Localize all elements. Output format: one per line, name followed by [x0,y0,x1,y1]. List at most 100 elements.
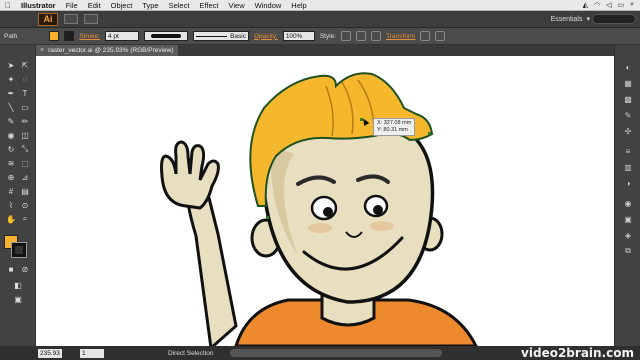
close-icon[interactable]: × [40,47,44,54]
none-color-icon[interactable]: ⊘ [19,263,31,275]
fill-swatch[interactable] [49,31,60,41]
scale-tool-icon[interactable]: ⤡ [19,143,31,155]
panel-dock: ◐ ▦ ▩ ✎ ✣ ≡ ▥ ◑ ◉ ▣ ◈ ⧉ [614,45,640,346]
direct-selection-tool-icon[interactable]: ⇱ [19,59,31,71]
tools-panel: ➤ ⇱ ✦ ◌ ✒ T ╲ ▭ ✎ ✏ ◉ ◫ ↻ ⤡ ≋ ⬚ ⊕ ⊿ # ▤ … [0,45,36,346]
eyedropper-tool-icon[interactable]: ⌇ [5,199,17,211]
artboards-panel-icon[interactable]: ⧉ [622,245,634,257]
stroke-panel-icon[interactable]: ≡ [622,145,634,157]
workspace-switcher[interactable]: Essentials ▾ [551,15,590,24]
menu-file[interactable]: File [61,1,83,10]
horizontal-scrollbar[interactable] [230,349,442,357]
drawing-mode-icon[interactable]: ◧ [12,279,24,291]
graphic-style-icon[interactable] [341,31,352,41]
artboard-navigation-field[interactable]: 1 [80,348,104,358]
menu-view[interactable]: View [223,1,249,10]
screen-mode-icon[interactable]: ▣ [12,293,24,305]
symbols-panel-icon[interactable]: ✣ [622,125,634,137]
left-pupil [323,207,333,217]
rectangle-tool-icon[interactable]: ▭ [19,101,31,113]
transform-link[interactable]: Transform [386,33,415,40]
gradient-panel-icon[interactable]: ▥ [622,161,634,173]
type-tool-icon[interactable]: T [19,87,31,99]
menu-edit[interactable]: Edit [83,1,106,10]
left-cheek [308,223,332,233]
hand-tool-icon[interactable]: ✋ [5,213,17,225]
search-input[interactable] [592,14,636,24]
gradient-tool-icon[interactable]: ▤ [19,185,31,197]
color-guide-icon[interactable]: ▦ [622,77,634,89]
align-icon[interactable] [371,31,382,41]
color-mode-icon[interactable]: ■ [5,263,17,275]
paintbrush-tool-icon[interactable]: ✎ [5,115,17,127]
menu-type[interactable]: Type [137,1,163,10]
menu-bar:  Illustrator File Edit Object Type Sele… [0,0,640,11]
mesh-tool-icon[interactable]: # [5,185,17,197]
brush-definition-picker[interactable] [143,31,188,41]
status-bar: 235.93 1 Direct Selection video2brain.co… [0,346,640,360]
eraser-tool-icon[interactable]: ◫ [19,129,31,141]
zoom-tool-icon[interactable]: ⌕ [19,213,31,225]
line-tool-icon[interactable]: ╲ [5,101,17,113]
layers-panel-icon[interactable]: ◈ [622,229,634,241]
video2brain-watermark: video2brain.com [521,346,634,360]
chevron-down-icon: ▾ [586,16,590,23]
graphic-styles-panel-icon[interactable]: ▣ [622,213,634,225]
color-panel-icon[interactable]: ◐ [622,61,634,73]
magic-wand-icon[interactable]: ✦ [5,73,17,85]
panel-menu-icon[interactable] [435,31,446,41]
warp-tool-icon[interactable]: ≋ [5,157,17,169]
menu-help[interactable]: Help [286,1,311,10]
application-bar: Ai Essentials ▾ [0,11,640,28]
left-eye [310,195,338,221]
volume-icon[interactable]: ◁ [606,1,611,9]
menu-extras: ◭ ◠ ◁ ▭ ⌕ [583,1,640,9]
adobe-icon[interactable]: ◭ [583,1,588,9]
menu-object[interactable]: Object [106,1,138,10]
bridge-icon[interactable] [64,14,78,24]
menu-effect[interactable]: Effect [194,1,223,10]
rotate-tool-icon[interactable]: ↻ [5,143,17,155]
readout-y: Y: 80.31 mm [377,127,408,133]
brushes-panel-icon[interactable]: ✎ [622,109,634,121]
illustrator-logo: Ai [38,12,58,26]
stroke-style-picker[interactable]: Basic [192,31,249,41]
stroke-weight-field[interactable]: 4 pt [104,31,139,41]
menu-window[interactable]: Window [250,1,287,10]
selection-tool-icon[interactable]: ➤ [5,59,17,71]
document-tab-row: × raster_vector.ai @ 235.93% (RGB/Previe… [36,45,614,56]
status-text: Direct Selection [168,349,214,357]
coordinate-readout: X: 327.08 mm Y: 80.31 mm [373,118,416,136]
battery-icon[interactable]: ▭ [617,1,624,9]
swatches-panel-icon[interactable]: ▩ [622,93,634,105]
recolor-artwork-icon[interactable] [356,31,367,41]
lasso-tool-icon[interactable]: ◌ [19,73,31,85]
free-transform-icon[interactable]: ⬚ [19,157,31,169]
opacity-link[interactable]: Opacity: [254,33,278,40]
blend-tool-icon[interactable]: ⊙ [19,199,31,211]
pencil-tool-icon[interactable]: ✏ [19,115,31,127]
shape-builder-icon[interactable]: ⊕ [5,171,17,183]
blob-brush-icon[interactable]: ◉ [5,129,17,141]
zoom-level-field[interactable]: 235.93 [38,348,62,358]
appearance-panel-icon[interactable]: ◉ [622,197,634,209]
style-label: Style: [319,32,337,40]
isolate-icon[interactable] [420,31,431,41]
wifi-icon[interactable]: ◠ [594,1,600,9]
stroke-link[interactable]: Stroke: [79,33,100,40]
stroke-color-box[interactable] [11,242,27,258]
opacity-field[interactable]: 100% [282,31,315,41]
stroke-swatch[interactable] [64,31,75,41]
spotlight-icon[interactable]: ⌕ [630,1,634,9]
pen-tool-icon[interactable]: ✒ [5,87,17,99]
control-bar: Path Stroke: 4 pt Basic Opacity: 100% St… [0,28,640,45]
arrange-documents-icon[interactable] [84,14,98,24]
document-tab[interactable]: × raster_vector.ai @ 235.93% (RGB/Previe… [36,45,178,56]
perspective-grid-icon[interactable]: ⊿ [19,171,31,183]
transparency-panel-icon[interactable]: ◑ [622,177,634,189]
stroke-line-preview [195,35,228,37]
apple-icon[interactable]:  [0,1,16,10]
menu-select[interactable]: Select [164,1,195,10]
menu-app-name[interactable]: Illustrator [16,1,61,10]
artboard-canvas[interactable]: X: 327.08 mm Y: 80.31 mm [36,56,614,346]
